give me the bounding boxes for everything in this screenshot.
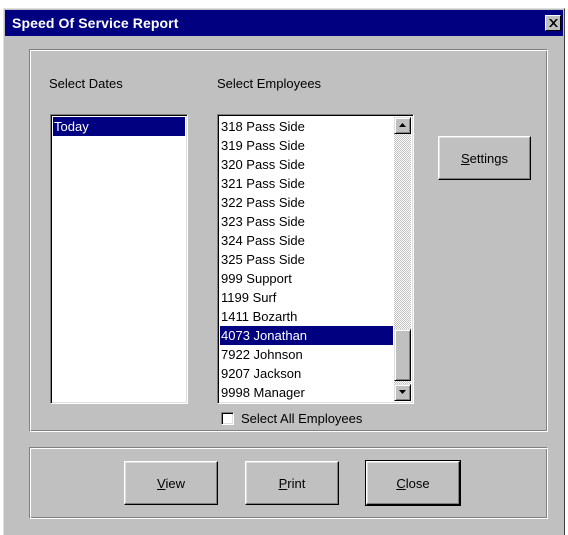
employee-list-item[interactable]: 320 Pass Side <box>220 155 393 174</box>
settings-button-label: Settings <box>461 150 508 166</box>
employee-list-item[interactable]: 323 Pass Side <box>220 212 393 231</box>
arrow-down-icon <box>399 390 406 394</box>
title-bar[interactable]: Speed Of Service Report <box>5 10 563 36</box>
close-button[interactable]: Close <box>365 460 461 506</box>
select-all-checkbox[interactable] <box>221 412 234 425</box>
dates-listbox[interactable]: Today <box>50 114 188 404</box>
employee-list-item[interactable]: 324 Pass Side <box>220 231 393 250</box>
employee-list-item[interactable]: 322 Pass Side <box>220 193 393 212</box>
employee-list-item[interactable]: 4073 Jonathan <box>220 326 393 345</box>
employees-scrollbar[interactable] <box>394 117 411 401</box>
select-all-employees-option[interactable]: Select All Employees <box>221 411 362 426</box>
employee-list-item[interactable]: 999 Support <box>220 269 393 288</box>
employee-list-item[interactable]: 1199 Surf <box>220 288 393 307</box>
employee-list-item[interactable]: 318 Pass Side <box>220 117 393 136</box>
scroll-thumb[interactable] <box>394 329 411 381</box>
employee-list-item[interactable]: 7922 Johnson <box>220 345 393 364</box>
scroll-down-button[interactable] <box>394 384 411 401</box>
settings-button[interactable]: Settings <box>438 136 531 180</box>
print-button-label: Print <box>278 475 306 491</box>
select-all-label: Select All Employees <box>241 411 363 426</box>
employee-list-item[interactable]: 9207 Jackson <box>220 364 393 383</box>
view-button-label: View <box>157 475 185 491</box>
close-x-icon <box>549 19 558 27</box>
scroll-up-button[interactable] <box>394 117 411 134</box>
employee-list-item[interactable]: 321 Pass Side <box>220 174 393 193</box>
employee-list-item[interactable]: 9998 Manager <box>220 383 393 402</box>
select-dates-label: Select Dates <box>49 76 123 91</box>
employees-listbox[interactable]: 318 Pass Side 319 Pass Side 320 Pass Side 3… <box>217 114 414 404</box>
close-button-label: Close <box>396 475 430 491</box>
window-title: Speed Of Service Report <box>12 15 179 31</box>
employee-list-item[interactable]: 325 Pass Side <box>220 250 393 269</box>
print-button[interactable]: Print <box>245 461 339 505</box>
date-list-item[interactable]: Today <box>53 117 185 136</box>
employee-list-item[interactable]: 319 Pass Side <box>220 136 393 155</box>
close-window-button[interactable] <box>545 15 561 31</box>
arrow-up-icon <box>399 123 406 127</box>
select-employees-label: Select Employees <box>217 76 322 91</box>
view-button[interactable]: View <box>124 461 218 505</box>
employee-list-item[interactable]: 1411 Bozarth <box>220 307 393 326</box>
